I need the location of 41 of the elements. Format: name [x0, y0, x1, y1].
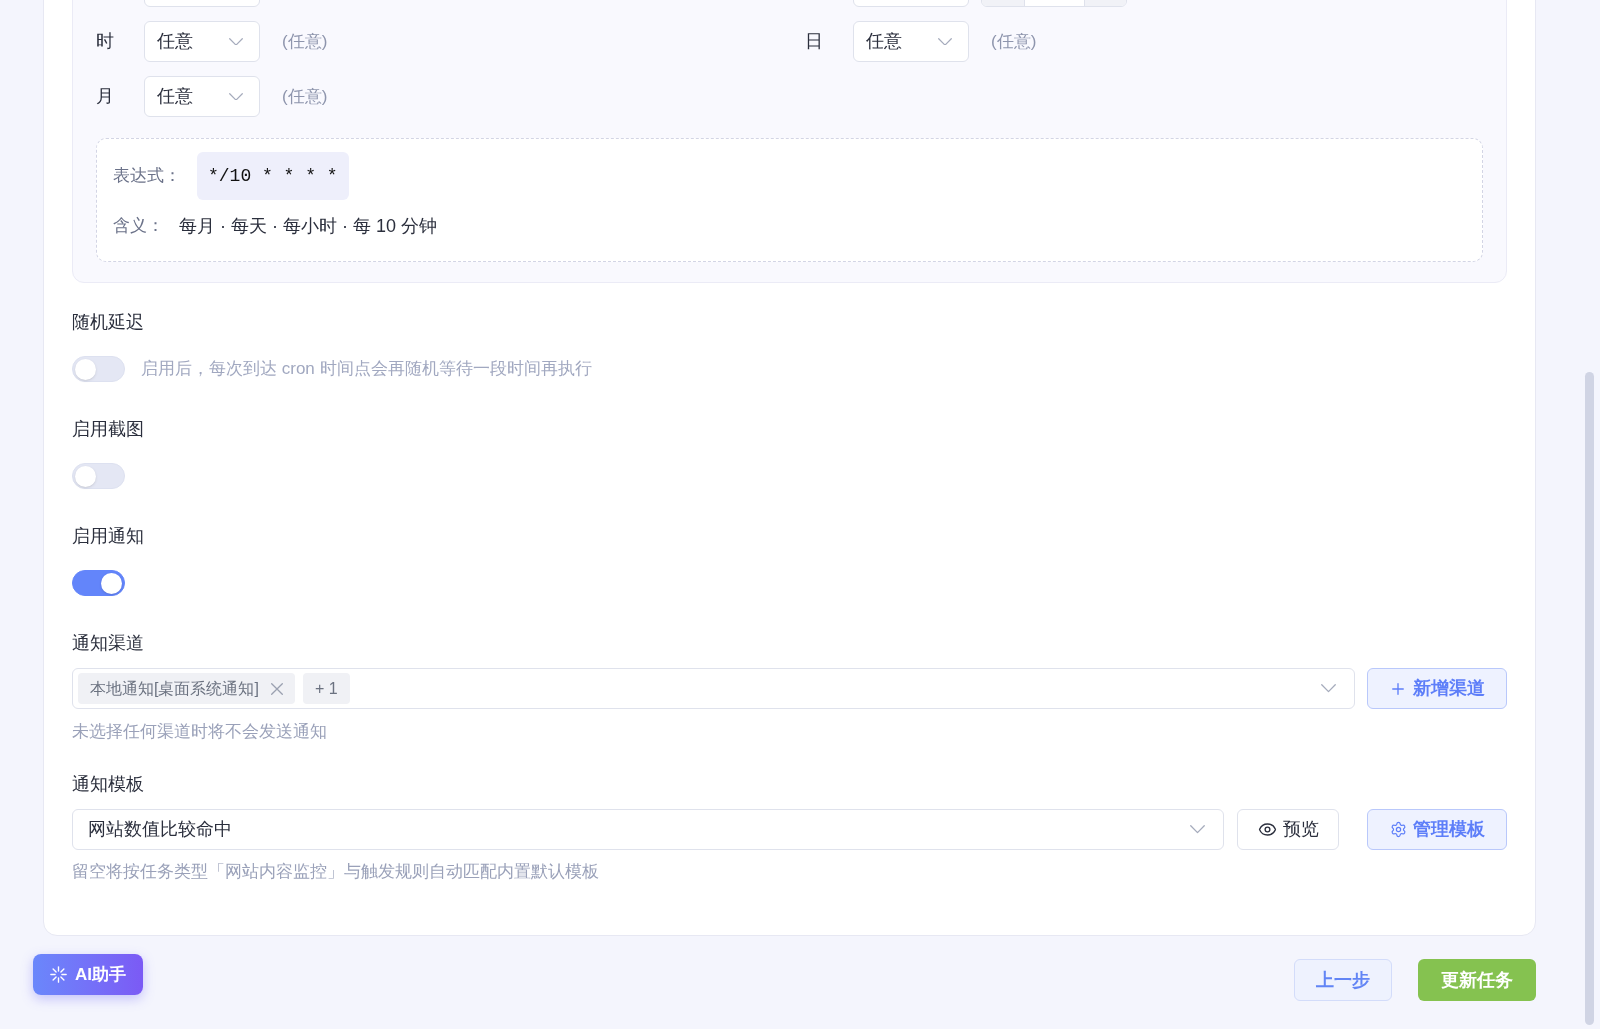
chevron-down-icon — [229, 92, 243, 101]
field-note: (任意) — [991, 30, 1037, 53]
switch-description: 启用后，每次到达 cron 时间点会再随机等待一段时间再执行 — [141, 358, 592, 380]
scrollbar-thumb[interactable] — [1585, 372, 1594, 1025]
field-note: (任意) — [282, 85, 328, 108]
section-label: 通知模板 — [72, 773, 144, 795]
select-field[interactable]: 任意 — [853, 21, 969, 62]
settings-icon — [1389, 821, 1407, 838]
close-icon[interactable] — [270, 682, 283, 695]
meaning-label: 含义： — [113, 216, 164, 235]
back-button[interactable]: 上一步 — [1294, 959, 1392, 1001]
select-field[interactable]: 任意 — [144, 21, 260, 62]
chevron-down-icon — [938, 37, 952, 46]
chevron-down-icon — [1321, 684, 1336, 693]
field-label: 时 — [96, 30, 114, 51]
field-label: 月 — [96, 85, 114, 106]
channel-tag: 本地通知[桌面系统通知] — [78, 673, 295, 704]
section-label: 启用通知 — [72, 525, 144, 547]
channel-tag: + 1 — [302, 673, 350, 704]
chevron-down-icon — [229, 37, 243, 46]
preview-button[interactable]: 预览 — [1237, 809, 1339, 850]
hint-text: 未选择任何渠道时将不会发送通知 — [72, 722, 327, 742]
toggle-switch[interactable] — [72, 570, 125, 596]
hint-text: 留空将按任务类型「网站内容监控」与触发规则自动匹配内置默认模板 — [72, 862, 599, 882]
expression-label: 表达式： — [113, 166, 181, 186]
manage-templates-button[interactable]: 管理模板 — [1367, 809, 1507, 850]
cron-expression: */10 * * * * — [197, 152, 349, 200]
eye-icon — [1257, 820, 1277, 839]
section-label: 通知渠道 — [72, 632, 144, 654]
sparkle-icon — [50, 966, 67, 983]
field-note: (任意) — [282, 30, 328, 53]
section-label: 启用截图 — [72, 418, 144, 440]
template-select[interactable]: 网站数值比较命中 — [72, 809, 1224, 850]
section-label: 随机延迟 — [72, 311, 144, 333]
ai-assistant-button[interactable]: AI助手 — [33, 954, 143, 995]
chevron-down-icon — [1190, 825, 1205, 834]
field-label: 日 — [805, 30, 823, 51]
multi-select-field[interactable]: 本地通知[桌面系统通知] + 1 — [72, 668, 1355, 709]
meaning-text: 每月 · 每天 · 每小时 · 每 10 分钟 — [179, 215, 437, 238]
add-channel-button[interactable]: 新增渠道 — [1367, 668, 1507, 709]
select-field[interactable]: 任意 — [144, 76, 260, 117]
